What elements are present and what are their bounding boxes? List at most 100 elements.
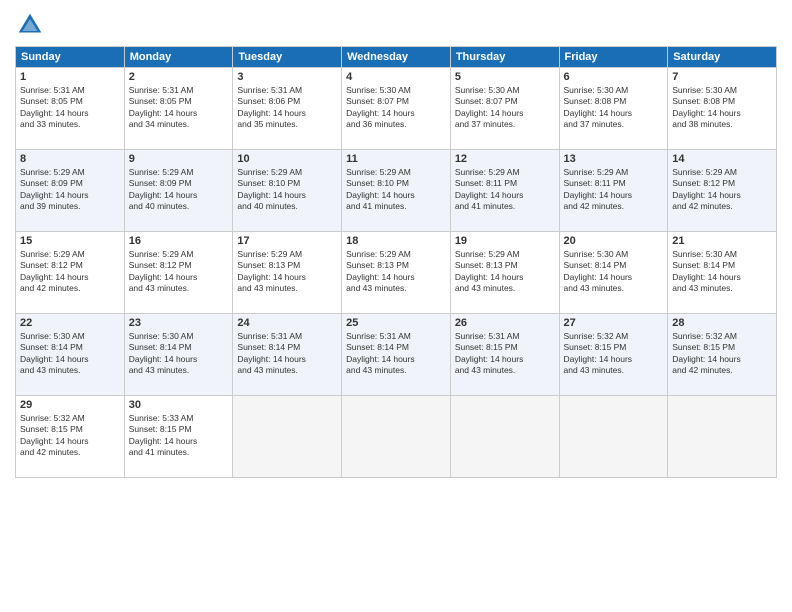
calendar-week-row: 8 Sunrise: 5:29 AMSunset: 8:09 PMDaylight… — [16, 150, 777, 232]
calendar-cell: 24 Sunrise: 5:31 AMSunset: 8:14 PMDayligh… — [233, 314, 342, 396]
cell-details: Sunrise: 5:29 AMSunset: 8:10 PMDaylight:… — [346, 167, 446, 213]
calendar-cell: 23Sunrise: 5:30 AMSunset: 8:14 PMDayligh… — [124, 314, 233, 396]
cell-details: Sunrise: 5:29 AMSunset: 8:12 PMDaylight:… — [672, 167, 772, 213]
calendar-header-friday: Friday — [559, 47, 668, 68]
calendar-cell: 12 Sunrise: 5:29 AMSunset: 8:11 PMDayligh… — [450, 150, 559, 232]
calendar-cell: 21 Sunrise: 5:30 AMSunset: 8:14 PMDayligh… — [668, 232, 777, 314]
calendar-cell: 15Sunrise: 5:29 AMSunset: 8:12 PMDayligh… — [16, 232, 125, 314]
calendar-cell: 25Sunrise: 5:31 AMSunset: 8:14 PMDayligh… — [342, 314, 451, 396]
cell-details: Sunrise: 5:29 AMSunset: 8:11 PMDaylight:… — [455, 167, 555, 213]
cell-details: Sunrise: 5:29 AMSunset: 8:13 PMDaylight:… — [237, 249, 337, 295]
cell-details: Sunrise: 5:29 AMSunset: 8:10 PMDaylight:… — [237, 167, 337, 213]
day-number: 3 — [237, 71, 337, 83]
day-number: 14 — [672, 153, 772, 165]
calendar-cell: 22 Sunrise: 5:30 AMSunset: 8:14 PMDayligh… — [16, 314, 125, 396]
calendar-cell: 9 Sunrise: 5:29 AMSunset: 8:09 PMDaylight… — [124, 150, 233, 232]
cell-details: Sunrise: 5:29 AMSunset: 8:09 PMDaylight:… — [129, 167, 229, 213]
calendar-cell: 10 Sunrise: 5:29 AMSunset: 8:10 PMDayligh… — [233, 150, 342, 232]
day-number: 16 — [129, 235, 229, 247]
day-number: 2 — [129, 71, 229, 83]
day-number: 5 — [455, 71, 555, 83]
day-number: 22 — [20, 317, 120, 329]
cell-details: Sunrise: 5:29 AMSunset: 8:13 PMDaylight:… — [346, 249, 446, 295]
day-number: 19 — [455, 235, 555, 247]
header — [15, 10, 777, 40]
day-number: 24 — [237, 317, 337, 329]
calendar-cell: 8 Sunrise: 5:29 AMSunset: 8:09 PMDaylight… — [16, 150, 125, 232]
calendar-cell: 30 Sunrise: 5:33 AMSunset: 8:15 PMDayligh… — [124, 396, 233, 478]
calendar-cell: 20 Sunrise: 5:30 AMSunset: 8:14 PMDayligh… — [559, 232, 668, 314]
calendar-cell: 26Sunrise: 5:31 AMSunset: 8:15 PMDayligh… — [450, 314, 559, 396]
calendar-header-saturday: Saturday — [668, 47, 777, 68]
calendar-header-row: SundayMondayTuesdayWednesdayThursdayFrid… — [16, 47, 777, 68]
cell-details: Sunrise: 5:30 AMSunset: 8:08 PMDaylight:… — [672, 85, 772, 131]
calendar-cell: 13 Sunrise: 5:29 AMSunset: 8:11 PMDayligh… — [559, 150, 668, 232]
day-number: 29 — [20, 399, 120, 411]
cell-details: Sunrise: 5:30 AMSunset: 8:14 PMDaylight:… — [564, 249, 664, 295]
calendar-cell-empty — [668, 396, 777, 478]
day-number: 10 — [237, 153, 337, 165]
cell-details: Sunrise: 5:32 AMSunset: 8:15 PMDaylight:… — [20, 413, 120, 459]
calendar-cell: 14 Sunrise: 5:29 AMSunset: 8:12 PMDayligh… — [668, 150, 777, 232]
day-number: 21 — [672, 235, 772, 247]
day-number: 4 — [346, 71, 446, 83]
calendar-cell-empty — [559, 396, 668, 478]
cell-details: Sunrise: 5:31 AMSunset: 8:15 PMDaylight:… — [455, 331, 555, 377]
calendar-cell: 29 Sunrise: 5:32 AMSunset: 8:15 PMDayligh… — [16, 396, 125, 478]
cell-details: Sunrise: 5:31 AMSunset: 8:06 PMDaylight:… — [237, 85, 337, 131]
calendar-cell: 19 Sunrise: 5:29 AMSunset: 8:13 PMDayligh… — [450, 232, 559, 314]
day-number: 30 — [129, 399, 229, 411]
cell-details: Sunrise: 5:31 AMSunset: 8:14 PMDaylight:… — [346, 331, 446, 377]
calendar-week-row: 1 Sunrise: 5:31 AMSunset: 8:05 PMDaylight… — [16, 68, 777, 150]
calendar-cell: 28Sunrise: 5:32 AMSunset: 8:15 PMDayligh… — [668, 314, 777, 396]
cell-details: Sunrise: 5:29 AMSunset: 8:12 PMDaylight:… — [20, 249, 120, 295]
logo-icon — [15, 10, 45, 40]
calendar-cell: 1 Sunrise: 5:31 AMSunset: 8:05 PMDaylight… — [16, 68, 125, 150]
cell-details: Sunrise: 5:29 AMSunset: 8:11 PMDaylight:… — [564, 167, 664, 213]
calendar-cell: 5 Sunrise: 5:30 AMSunset: 8:07 PMDaylight… — [450, 68, 559, 150]
calendar-week-row: 22 Sunrise: 5:30 AMSunset: 8:14 PMDayligh… — [16, 314, 777, 396]
day-number: 23 — [129, 317, 229, 329]
calendar-header-monday: Monday — [124, 47, 233, 68]
calendar-cell: 18 Sunrise: 5:29 AMSunset: 8:13 PMDayligh… — [342, 232, 451, 314]
calendar-page: SundayMondayTuesdayWednesdayThursdayFrid… — [0, 0, 792, 612]
cell-details: Sunrise: 5:31 AMSunset: 8:05 PMDaylight:… — [129, 85, 229, 131]
day-number: 7 — [672, 71, 772, 83]
calendar-cell: 4 Sunrise: 5:30 AMSunset: 8:07 PMDaylight… — [342, 68, 451, 150]
day-number: 18 — [346, 235, 446, 247]
calendar-cell: 6 Sunrise: 5:30 AMSunset: 8:08 PMDaylight… — [559, 68, 668, 150]
day-number: 1 — [20, 71, 120, 83]
cell-details: Sunrise: 5:33 AMSunset: 8:15 PMDaylight:… — [129, 413, 229, 459]
cell-details: Sunrise: 5:30 AMSunset: 8:07 PMDaylight:… — [346, 85, 446, 131]
cell-details: Sunrise: 5:29 AMSunset: 8:13 PMDaylight:… — [455, 249, 555, 295]
calendar-header-wednesday: Wednesday — [342, 47, 451, 68]
day-number: 11 — [346, 153, 446, 165]
cell-details: Sunrise: 5:30 AMSunset: 8:14 PMDaylight:… — [672, 249, 772, 295]
calendar-cell: 17 Sunrise: 5:29 AMSunset: 8:13 PMDayligh… — [233, 232, 342, 314]
day-number: 27 — [564, 317, 664, 329]
day-number: 17 — [237, 235, 337, 247]
calendar-header-tuesday: Tuesday — [233, 47, 342, 68]
calendar-week-row: 29 Sunrise: 5:32 AMSunset: 8:15 PMDayligh… — [16, 396, 777, 478]
day-number: 13 — [564, 153, 664, 165]
logo — [15, 10, 49, 40]
cell-details: Sunrise: 5:30 AMSunset: 8:14 PMDaylight:… — [20, 331, 120, 377]
cell-details: Sunrise: 5:30 AMSunset: 8:08 PMDaylight:… — [564, 85, 664, 131]
calendar-table: SundayMondayTuesdayWednesdayThursdayFrid… — [15, 46, 777, 478]
cell-details: Sunrise: 5:29 AMSunset: 8:09 PMDaylight:… — [20, 167, 120, 213]
cell-details: Sunrise: 5:31 AMSunset: 8:05 PMDaylight:… — [20, 85, 120, 131]
calendar-cell: 16Sunrise: 5:29 AMSunset: 8:12 PMDayligh… — [124, 232, 233, 314]
day-number: 9 — [129, 153, 229, 165]
calendar-week-row: 15Sunrise: 5:29 AMSunset: 8:12 PMDayligh… — [16, 232, 777, 314]
cell-details: Sunrise: 5:31 AMSunset: 8:14 PMDaylight:… — [237, 331, 337, 377]
day-number: 12 — [455, 153, 555, 165]
cell-details: Sunrise: 5:32 AMSunset: 8:15 PMDaylight:… — [564, 331, 664, 377]
cell-details: Sunrise: 5:32 AMSunset: 8:15 PMDaylight:… — [672, 331, 772, 377]
calendar-cell: 3 Sunrise: 5:31 AMSunset: 8:06 PMDaylight… — [233, 68, 342, 150]
day-number: 20 — [564, 235, 664, 247]
day-number: 8 — [20, 153, 120, 165]
calendar-header-thursday: Thursday — [450, 47, 559, 68]
calendar-cell: 11 Sunrise: 5:29 AMSunset: 8:10 PMDayligh… — [342, 150, 451, 232]
day-number: 6 — [564, 71, 664, 83]
cell-details: Sunrise: 5:30 AMSunset: 8:07 PMDaylight:… — [455, 85, 555, 131]
